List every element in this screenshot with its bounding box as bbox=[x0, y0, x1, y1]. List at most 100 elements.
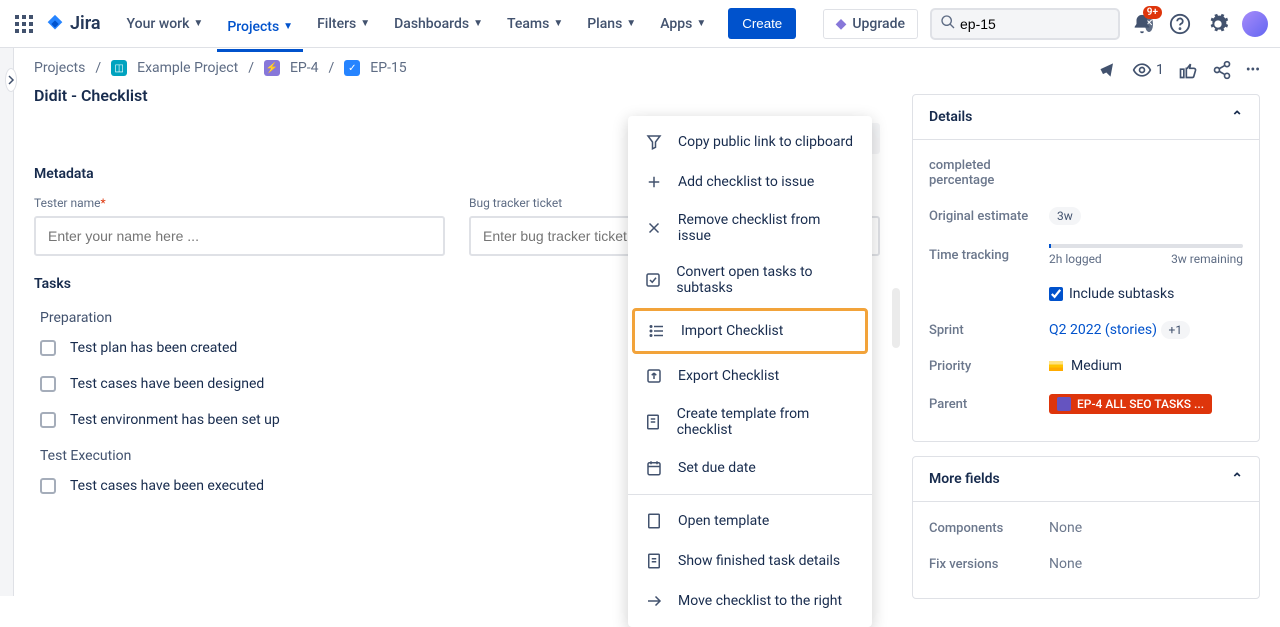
completed-percentage-label: completed percentage bbox=[929, 158, 1049, 188]
nav-dashboards[interactable]: Dashboards▼ bbox=[384, 10, 493, 38]
sprint-label: Sprint bbox=[929, 323, 1049, 338]
sprint-link[interactable]: Q2 2022 (stories) bbox=[1049, 322, 1157, 338]
time-tracking-value[interactable]: 2h logged3w remaining bbox=[1049, 244, 1243, 266]
document-icon bbox=[644, 511, 664, 531]
checklist-actions-menu: Copy public link to clipboard Add checkl… bbox=[628, 116, 872, 627]
time-tracking-label: Time tracking bbox=[929, 248, 1049, 263]
breadcrumb-epic[interactable]: EP-4 bbox=[290, 60, 319, 76]
arrow-right-icon bbox=[644, 591, 664, 611]
chevron-up-icon: ⌃ bbox=[1231, 471, 1243, 487]
checkbox-icon[interactable] bbox=[40, 340, 56, 356]
original-estimate-label: Original estimate bbox=[929, 209, 1049, 224]
nav-items: Your work▼ Projects▼ Filters▼ Dashboards… bbox=[117, 10, 717, 38]
watch-button[interactable]: 1 bbox=[1132, 60, 1164, 80]
checkbox-icon[interactable] bbox=[40, 478, 56, 494]
menu-add-checklist[interactable]: Add checklist to issue bbox=[628, 162, 872, 202]
original-estimate-value: 3w bbox=[1049, 207, 1081, 225]
menu-move-right[interactable]: Move checklist to the right bbox=[628, 581, 872, 621]
menu-create-template[interactable]: Create template from checklist bbox=[628, 396, 872, 448]
close-icon bbox=[644, 218, 664, 238]
parent-link[interactable]: EP-4 ALL SEO TASKS ... bbox=[1049, 394, 1212, 414]
scrollbar[interactable] bbox=[892, 288, 900, 348]
export-icon bbox=[644, 366, 664, 386]
sprint-more[interactable]: +1 bbox=[1161, 321, 1191, 339]
details-toggle[interactable]: Details ⌃ bbox=[913, 95, 1259, 140]
menu-export-checklist[interactable]: Export Checklist bbox=[628, 356, 872, 396]
menu-set-due-date[interactable]: Set due date bbox=[628, 448, 872, 488]
checkbox-icon bbox=[644, 270, 662, 290]
user-avatar[interactable] bbox=[1242, 11, 1268, 37]
like-icon[interactable] bbox=[1178, 60, 1198, 80]
notif-badge: 9+ bbox=[1143, 6, 1162, 19]
nav-teams[interactable]: Teams▼ bbox=[497, 10, 573, 38]
feedback-icon[interactable] bbox=[1098, 60, 1118, 80]
sidebar-collapsed bbox=[0, 48, 14, 596]
search-icon bbox=[940, 14, 956, 34]
calendar-icon bbox=[644, 458, 664, 478]
menu-convert-subtasks[interactable]: Convert open tasks to subtasks bbox=[628, 254, 872, 306]
more-actions-icon[interactable]: ••• bbox=[1246, 62, 1260, 78]
priority-label: Priority bbox=[929, 359, 1049, 374]
project-icon: ◫ bbox=[111, 60, 127, 76]
create-button[interactable]: Create bbox=[728, 8, 796, 39]
details-panel: 1 ••• Details ⌃ completed percentage Ori… bbox=[900, 48, 1280, 596]
chevron-down-icon: ▼ bbox=[360, 18, 370, 29]
menu-divider bbox=[628, 494, 872, 495]
more-fields-toggle[interactable]: More fields ⌃ bbox=[913, 457, 1259, 502]
upgrade-button[interactable]: ◆ Upgrade bbox=[823, 9, 918, 39]
nav-projects[interactable]: Projects▼ bbox=[217, 10, 303, 52]
notifications-icon[interactable]: 9+ bbox=[1128, 10, 1156, 38]
priority-value[interactable]: Medium bbox=[1049, 358, 1243, 374]
chevron-down-icon: ▼ bbox=[696, 18, 706, 29]
menu-open-template[interactable]: Open template bbox=[628, 501, 872, 541]
include-subtasks-checkbox[interactable]: Include subtasks bbox=[1049, 286, 1174, 302]
menu-show-finished[interactable]: Show finished task details bbox=[628, 541, 872, 581]
breadcrumb-project[interactable]: Example Project bbox=[137, 60, 238, 76]
search-box[interactable]: ✕ bbox=[930, 8, 1120, 40]
jira-brand-text: Jira bbox=[70, 13, 101, 34]
plus-icon bbox=[644, 172, 664, 192]
nav-apps[interactable]: Apps▼ bbox=[650, 10, 716, 38]
search-input[interactable] bbox=[956, 14, 1145, 34]
chevron-down-icon: ▼ bbox=[283, 21, 293, 32]
fix-versions-label: Fix versions bbox=[929, 557, 1049, 572]
breadcrumb-projects[interactable]: Projects bbox=[34, 60, 85, 76]
checkbox-icon[interactable] bbox=[40, 412, 56, 428]
share-icon[interactable] bbox=[1212, 60, 1232, 80]
jira-logo[interactable]: Jira bbox=[44, 13, 101, 35]
details-icon bbox=[644, 551, 664, 571]
components-label: Components bbox=[929, 521, 1049, 536]
priority-icon bbox=[1049, 361, 1063, 371]
breadcrumb-issue[interactable]: EP-15 bbox=[370, 60, 406, 76]
task-icon: ✓ bbox=[344, 60, 360, 76]
parent-label: Parent bbox=[929, 397, 1049, 412]
help-icon[interactable] bbox=[1166, 10, 1194, 38]
tester-name-input[interactable] bbox=[34, 216, 445, 256]
chevron-down-icon: ▼ bbox=[626, 18, 636, 29]
fix-versions-value[interactable]: None bbox=[1049, 556, 1243, 572]
chevron-down-icon: ▼ bbox=[473, 18, 483, 29]
checklist-title: Didit - Checklist bbox=[34, 86, 880, 105]
checkbox-icon[interactable] bbox=[40, 376, 56, 392]
list-icon bbox=[647, 321, 667, 341]
app-switcher-icon[interactable] bbox=[12, 12, 36, 36]
menu-remove-checklist[interactable]: Remove checklist from issue bbox=[628, 202, 872, 254]
top-nav: Jira Your work▼ Projects▼ Filters▼ Dashb… bbox=[0, 0, 1280, 48]
epic-icon bbox=[1057, 397, 1071, 411]
breadcrumb: Projects / ◫ Example Project / ⚡ EP-4 / … bbox=[34, 60, 880, 76]
chevron-down-icon: ▼ bbox=[553, 18, 563, 29]
nav-filters[interactable]: Filters▼ bbox=[307, 10, 380, 38]
nav-your-work[interactable]: Your work▼ bbox=[117, 10, 214, 38]
epic-icon: ⚡ bbox=[264, 60, 280, 76]
diamond-icon: ◆ bbox=[836, 16, 847, 32]
chevron-up-icon: ⌃ bbox=[1231, 109, 1243, 125]
menu-copy-link[interactable]: Copy public link to clipboard bbox=[628, 122, 872, 162]
components-value[interactable]: None bbox=[1049, 520, 1243, 536]
menu-import-checklist[interactable]: Import Checklist bbox=[632, 308, 868, 354]
settings-icon[interactable] bbox=[1204, 10, 1232, 38]
tester-name-label: Tester name* bbox=[34, 196, 445, 210]
nav-plans[interactable]: Plans▼ bbox=[577, 10, 646, 38]
chevron-down-icon: ▼ bbox=[193, 18, 203, 29]
template-icon bbox=[644, 412, 663, 432]
funnel-icon bbox=[644, 132, 664, 152]
